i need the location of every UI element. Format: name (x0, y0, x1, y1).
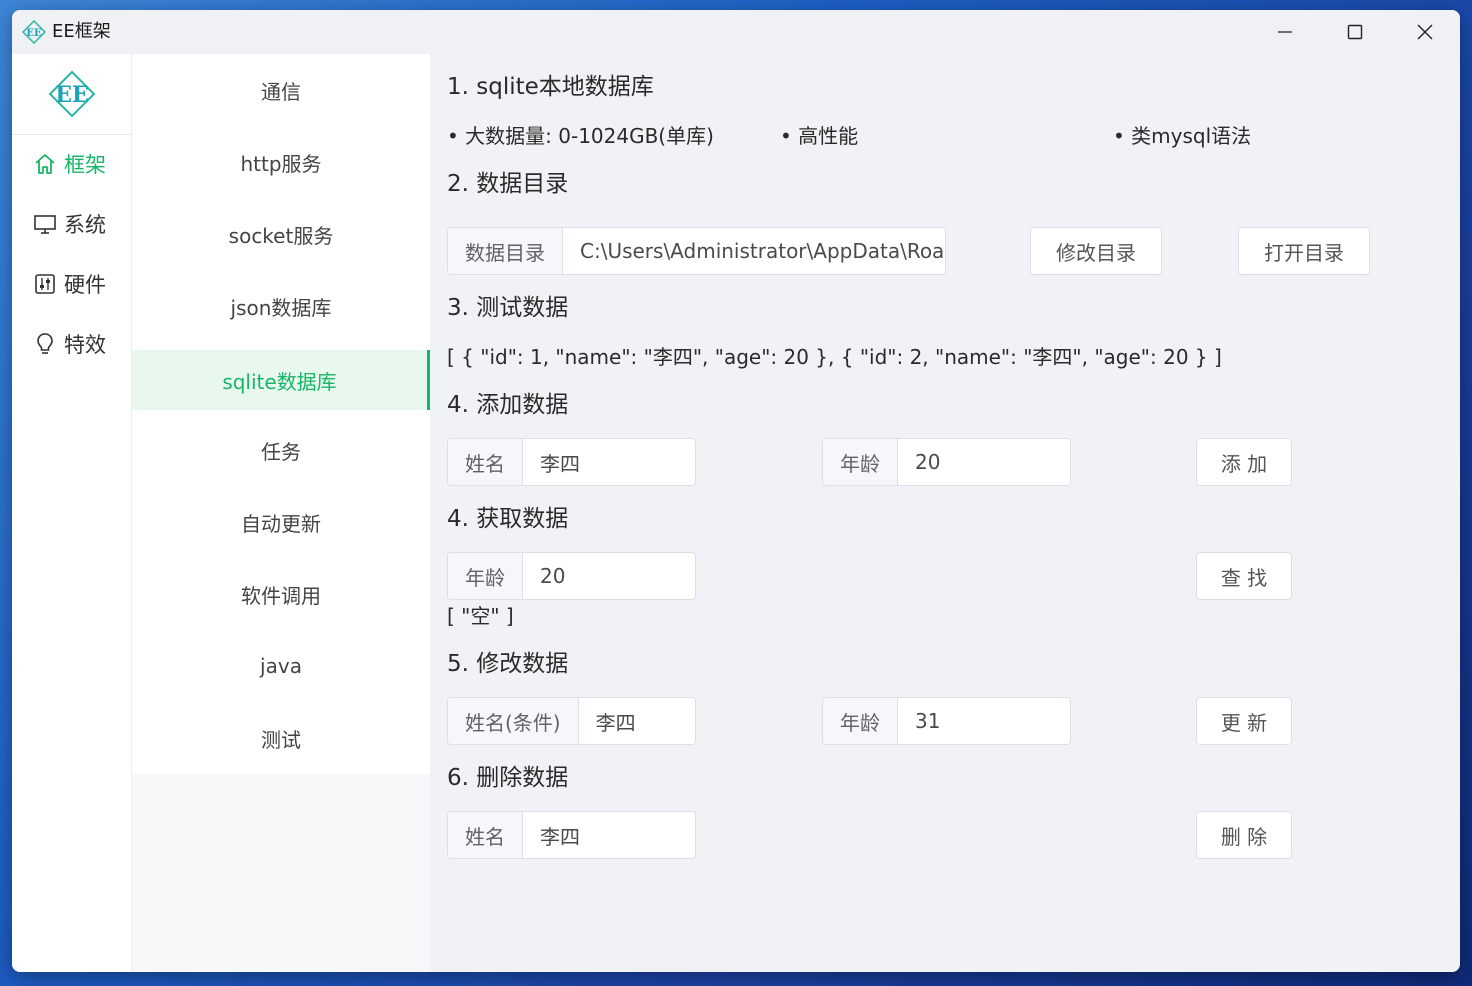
main-content: 1. sqlite本地数据库 • 大数据量: 0-1024GB(单库) • 高性… (430, 54, 1460, 972)
rail-item-framework[interactable]: 框架 (32, 144, 132, 184)
open-dir-button[interactable]: 打开目录 (1238, 227, 1370, 275)
get-age-field[interactable]: 年龄 20 (447, 552, 696, 600)
app-logo-icon: EE (22, 20, 46, 44)
window-title: EE框架 (52, 21, 111, 42)
update-button[interactable]: 更 新 (1196, 697, 1292, 745)
section-title-test-data: 3. 测试数据 (447, 295, 569, 321)
update-age-label: 年龄 (823, 698, 898, 744)
submenu-item-task[interactable]: 任务 (132, 420, 430, 480)
delete-name-field[interactable]: 姓名 李四 (447, 811, 696, 859)
bulb-icon (32, 331, 58, 357)
add-name-input[interactable]: 李四 (523, 439, 695, 485)
feature-performance: • 高性能 (780, 124, 859, 148)
rail-item-label: 特效 (64, 333, 106, 357)
submenu-item-json-db[interactable]: json数据库 (132, 276, 430, 336)
delete-name-input[interactable]: 李四 (523, 812, 695, 858)
submenu-item-test[interactable]: 测试 (132, 708, 430, 768)
rail-item-hardware[interactable]: 硬件 (32, 264, 132, 304)
submenu: 通信 http服务 socket服务 json数据库 sqlite数据库 任务 … (132, 54, 430, 972)
close-button[interactable] (1390, 10, 1460, 54)
add-button[interactable]: 添 加 (1196, 438, 1292, 486)
search-button[interactable]: 查 找 (1196, 552, 1292, 600)
left-rail: EE 框架 系统 硬件 特效 (12, 54, 132, 972)
feature-capacity: • 大数据量: 0-1024GB(单库) (447, 124, 714, 148)
add-age-label: 年龄 (823, 439, 898, 485)
maximize-button[interactable] (1320, 10, 1390, 54)
minimize-button[interactable] (1250, 10, 1320, 54)
ee-logo-icon: EE (48, 70, 95, 118)
section-title-sqlite: 1. sqlite本地数据库 (447, 74, 654, 100)
get-age-label: 年龄 (448, 553, 523, 599)
update-name-field[interactable]: 姓名(条件) 李四 (447, 697, 696, 745)
section-title-delete-data: 6. 删除数据 (447, 765, 569, 791)
submenu-item-communication[interactable]: 通信 (132, 60, 430, 120)
add-age-field[interactable]: 年龄 20 (822, 438, 1071, 486)
maximize-icon (1347, 24, 1363, 40)
home-icon (32, 151, 58, 177)
submenu-list: 通信 http服务 socket服务 json数据库 sqlite数据库 任务 … (132, 54, 430, 774)
delete-button[interactable]: 删 除 (1196, 811, 1292, 859)
feature-mysql-syntax: • 类mysql语法 (1113, 124, 1252, 148)
submenu-item-java[interactable]: java (132, 636, 430, 696)
add-name-field[interactable]: 姓名 李四 (447, 438, 696, 486)
data-dir-input[interactable]: C:\Users\Administrator\AppData\Roa (563, 228, 945, 274)
svg-text:EE: EE (55, 82, 89, 108)
minimize-icon (1278, 31, 1292, 33)
svg-text:EE: EE (26, 28, 42, 39)
get-result: [ "空" ] (447, 604, 514, 628)
submenu-item-socket[interactable]: socket服务 (132, 204, 430, 264)
add-age-input[interactable]: 20 (898, 439, 1070, 485)
logo-area: EE (12, 54, 131, 135)
rail-item-effects[interactable]: 特效 (32, 324, 132, 364)
update-age-input[interactable]: 31 (898, 698, 1070, 744)
data-dir-field[interactable]: 数据目录 C:\Users\Administrator\AppData\Roa (447, 227, 946, 275)
rail-item-label: 硬件 (64, 273, 106, 297)
submenu-item-sqlite[interactable]: sqlite数据库 (132, 350, 430, 410)
section-title-add-data: 4. 添加数据 (447, 392, 569, 418)
rail-item-system[interactable]: 系统 (32, 204, 132, 244)
delete-name-label: 姓名 (448, 812, 523, 858)
section-title-update-data: 5. 修改数据 (447, 651, 569, 677)
add-name-label: 姓名 (448, 439, 523, 485)
submenu-item-software-call[interactable]: 软件调用 (132, 564, 430, 624)
sliders-icon (32, 271, 58, 297)
section-title-data-dir: 2. 数据目录 (447, 171, 569, 197)
app-window: EE EE框架 EE 框架 系统 硬件 特效 通信 http服务 socket服… (12, 10, 1460, 972)
modify-dir-button[interactable]: 修改目录 (1030, 227, 1162, 275)
submenu-item-auto-update[interactable]: 自动更新 (132, 492, 430, 552)
get-age-input[interactable]: 20 (523, 553, 695, 599)
update-name-label: 姓名(条件) (448, 698, 579, 744)
rail-item-label: 框架 (64, 153, 106, 177)
section-title-get-data: 4. 获取数据 (447, 506, 569, 532)
monitor-icon (32, 211, 58, 237)
submenu-item-http[interactable]: http服务 (132, 132, 430, 192)
close-icon (1417, 24, 1433, 40)
title-bar[interactable]: EE EE框架 (12, 10, 1460, 54)
data-dir-label: 数据目录 (448, 228, 563, 274)
rail-item-label: 系统 (64, 213, 106, 237)
test-data-json: [ { "id": 1, "name": "李四", "age": 20 }, … (447, 345, 1222, 369)
update-age-field[interactable]: 年龄 31 (822, 697, 1071, 745)
update-name-input[interactable]: 李四 (579, 698, 695, 744)
